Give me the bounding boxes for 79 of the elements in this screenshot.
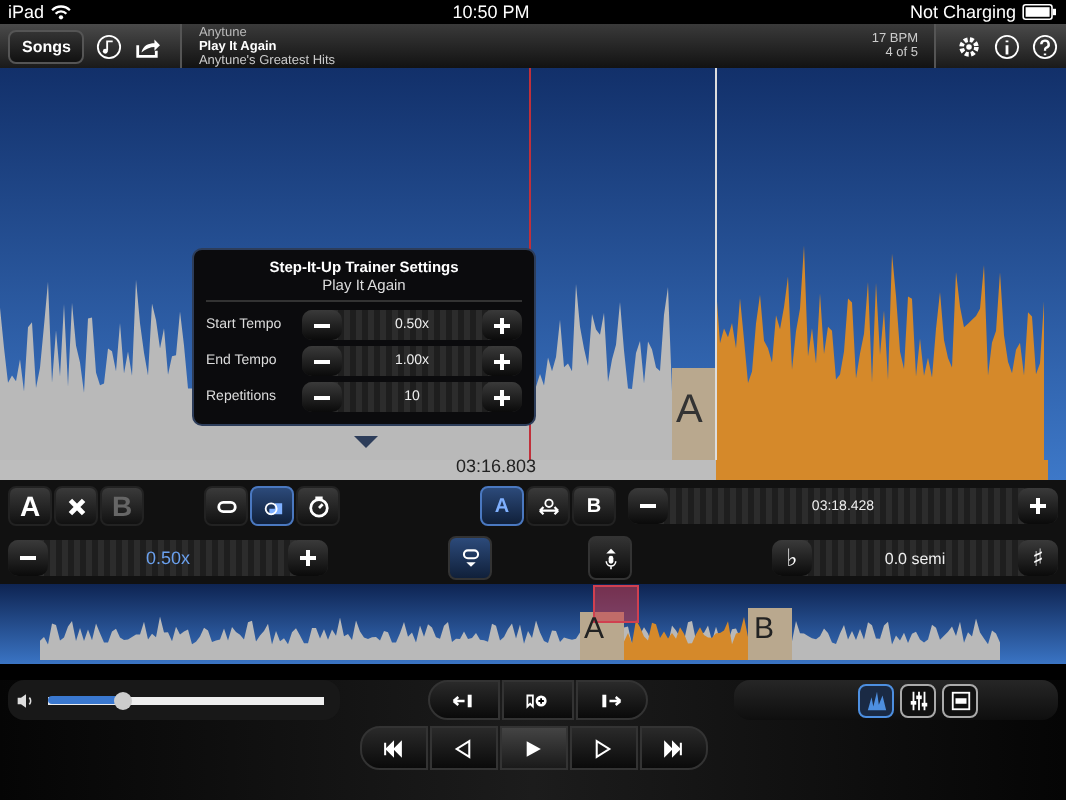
popover-pointer — [354, 436, 378, 448]
skip-forward-icon — [662, 737, 684, 759]
slider-thumb[interactable] — [113, 691, 132, 709]
loop-mode-button[interactable] — [204, 486, 248, 526]
bookmark-plus-icon — [526, 689, 548, 711]
plus-button[interactable] — [288, 540, 328, 576]
volume-slider[interactable] — [48, 691, 324, 709]
timer-mode-button[interactable] — [296, 486, 340, 526]
span-arrow-icon — [537, 495, 559, 517]
skip-back-icon — [382, 737, 404, 759]
music-note-icon[interactable] — [96, 33, 123, 59]
plus-button[interactable] — [1018, 488, 1058, 524]
plus-icon — [1030, 498, 1046, 514]
plus-button[interactable] — [482, 346, 522, 376]
triangle-right-icon — [592, 737, 614, 759]
plus-icon — [494, 353, 510, 369]
jump-end-button[interactable] — [575, 680, 647, 720]
skip-forward-button[interactable] — [639, 726, 707, 770]
screen-view-button[interactable] — [942, 683, 978, 717]
arrow-to-bar-icon — [452, 689, 474, 711]
plus-icon — [494, 317, 510, 333]
bar-arrow-icon — [600, 689, 622, 711]
sharp-button[interactable]: ♯ — [1018, 540, 1058, 576]
spectrum-view-button[interactable] — [858, 683, 894, 717]
sliders-icon — [907, 689, 929, 711]
loop-icon — [215, 495, 237, 517]
microphone-button[interactable] — [588, 536, 632, 580]
plus-icon — [494, 389, 510, 405]
span-button[interactable] — [526, 486, 570, 526]
triangle-left-icon — [452, 737, 474, 759]
info-icon[interactable] — [994, 33, 1020, 59]
songs-button[interactable]: Songs — [8, 29, 85, 63]
close-icon — [65, 495, 87, 517]
timer-icon — [307, 495, 329, 517]
pitch-value: 0.0 semi — [882, 549, 948, 567]
marker-mode-button[interactable]: B — [572, 486, 616, 526]
tempo-value: 0.50x — [143, 548, 193, 568]
speaker-icon — [16, 691, 36, 709]
marker-label: A — [676, 388, 703, 434]
settings-icon[interactable] — [956, 33, 982, 59]
plus-button[interactable] — [482, 310, 522, 340]
device-name: iPad — [8, 2, 45, 22]
wifi-icon — [50, 4, 73, 20]
playhead-time: 03:16.803 — [456, 456, 537, 476]
step-mode-button[interactable] — [250, 486, 294, 526]
loop-menu-button[interactable] — [448, 536, 492, 580]
flat-button[interactable]: ♭ — [772, 540, 812, 576]
battery-status: Not Charging — [909, 2, 1017, 22]
minus-button[interactable] — [302, 310, 342, 340]
minus-icon — [640, 504, 656, 508]
mixer-view-button[interactable] — [900, 683, 936, 717]
play-button[interactable] — [499, 726, 567, 770]
minus-icon — [20, 556, 36, 560]
step-back-button[interactable] — [429, 726, 497, 770]
jump-start-button[interactable] — [427, 680, 499, 720]
waveform-icon — [865, 689, 887, 711]
loop-dropdown-icon — [459, 547, 481, 569]
marker-button[interactable]: A — [8, 486, 52, 526]
minus-button[interactable] — [628, 488, 668, 524]
marker-label: A — [584, 612, 605, 646]
minus-button[interactable] — [302, 346, 342, 376]
screen-icon — [949, 689, 971, 711]
marker-mode-button[interactable]: A — [480, 486, 524, 526]
plus-button[interactable] — [482, 382, 522, 412]
help-icon[interactable] — [1032, 33, 1058, 59]
plus-icon — [300, 550, 316, 566]
step-forward-button[interactable] — [569, 726, 637, 770]
battery-icon — [1022, 4, 1059, 20]
marker-label: B — [754, 612, 775, 646]
minus-button[interactable] — [8, 540, 48, 576]
minus-icon — [314, 395, 330, 399]
add-bookmark-button[interactable] — [501, 680, 573, 720]
clock: 10:50 PM — [452, 2, 530, 22]
minus-button[interactable] — [302, 382, 342, 412]
clear-button[interactable] — [54, 486, 98, 526]
play-icon — [522, 737, 544, 759]
minus-icon — [314, 359, 330, 363]
minus-icon — [314, 323, 330, 327]
skip-back-button[interactable] — [359, 726, 427, 770]
